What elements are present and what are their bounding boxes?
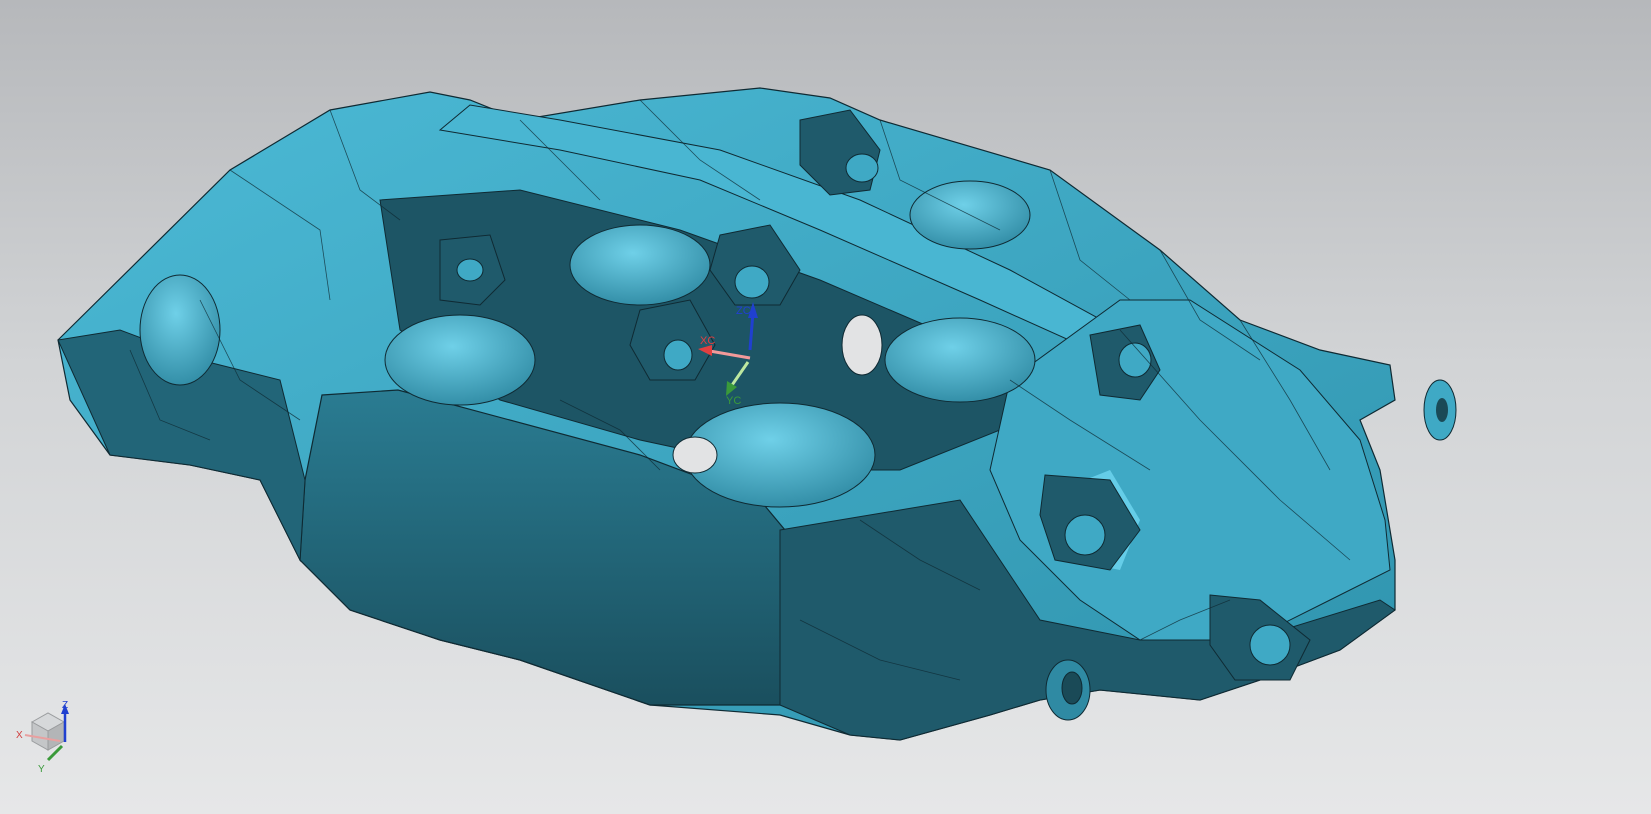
wcs-z-label: ZC: [736, 305, 751, 317]
wcs-y-label: YC: [726, 395, 741, 407]
view-z-label: Z: [62, 700, 68, 711]
hole-left: [456, 258, 484, 282]
graphics-viewport[interactable]: ZC XC YC Z X Y: [0, 0, 1651, 814]
view-triad[interactable]: Z X Y: [16, 700, 69, 775]
piston-6: [139, 274, 221, 386]
hole-top: [845, 153, 879, 183]
through-gap-2: [672, 436, 718, 474]
through-gap-1: [841, 314, 883, 376]
wcs-x-label: XC: [700, 335, 715, 347]
view-x-label: X: [16, 730, 23, 741]
bleed-port-bore: [1061, 671, 1083, 705]
3d-model-canvas[interactable]: ZC XC YC Z X Y: [0, 0, 1651, 814]
view-y-label: Y: [38, 764, 45, 775]
hole-inner: [663, 339, 693, 371]
piston-4: [884, 317, 1036, 403]
end-fitting-bore: [1436, 398, 1448, 422]
piston-1: [384, 314, 536, 406]
piston-3: [569, 224, 711, 306]
hole-right-mid: [1064, 514, 1106, 556]
hole-center: [734, 265, 770, 299]
hole-right-low: [1249, 624, 1291, 666]
